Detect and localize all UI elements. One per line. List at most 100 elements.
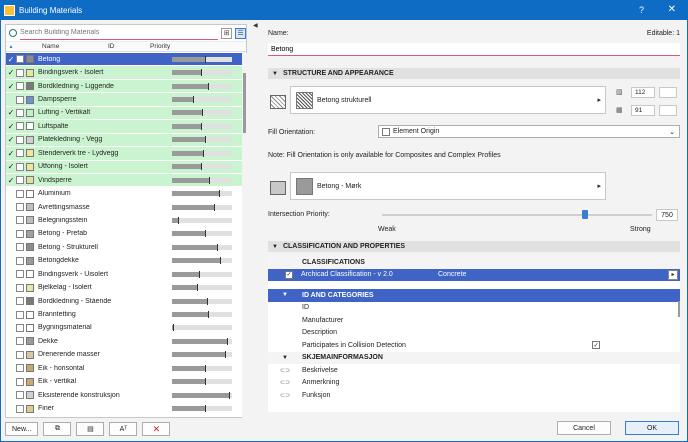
intersection-priority-field[interactable]: 750	[656, 209, 678, 221]
material-checkbox[interactable]	[16, 122, 24, 131]
fill-pen-field[interactable]: 112	[631, 87, 655, 98]
property-row[interactable]: Description	[268, 327, 680, 340]
material-row[interactable]: Avrettingsmasse	[6, 201, 242, 215]
material-checkbox[interactable]	[16, 337, 24, 346]
material-row[interactable]: ✓ Utforing - Isolert	[6, 160, 242, 174]
material-row[interactable]: Dampsperre	[6, 93, 242, 107]
material-row[interactable]: ✓ Stenderverk tre - Lydvegg	[6, 147, 242, 161]
material-row[interactable]: ✓ Platekledning - Vegg	[6, 133, 242, 148]
material-checkbox[interactable]	[16, 216, 24, 225]
schema-category[interactable]: ▼ SKJEMAINFORMASJON	[268, 351, 680, 364]
property-row[interactable]: ⊂⊃ Anmerkning	[268, 377, 680, 390]
sort-icon[interactable]: ▲	[6, 44, 16, 50]
material-row[interactable]: ✓ Vindsperre	[6, 173, 242, 188]
property-row[interactable]: ⊂⊃ Beskrivelse	[268, 364, 680, 377]
fill-orientation-select[interactable]: Element Origin ⌄	[378, 125, 680, 138]
material-checkbox[interactable]	[16, 108, 24, 117]
material-checkbox[interactable]	[16, 162, 24, 171]
material-checkbox[interactable]	[16, 135, 24, 144]
tree-view-icon[interactable]: ⊞	[221, 27, 233, 39]
material-checkbox[interactable]	[16, 323, 24, 332]
column-priority[interactable]: Priority	[148, 43, 170, 50]
help-button[interactable]: ?	[639, 5, 644, 15]
cancel-button[interactable]: Cancel	[557, 421, 611, 435]
material-row[interactable]: Bordkledning - Stående	[6, 295, 242, 309]
material-checkbox[interactable]	[16, 149, 24, 158]
material-row[interactable]: Eik - horisontal	[6, 362, 242, 376]
material-checkbox[interactable]	[16, 283, 24, 292]
delete-button[interactable]: ✕	[142, 422, 171, 436]
ok-button[interactable]: OK	[625, 421, 679, 435]
close-button[interactable]: ✕	[668, 4, 676, 15]
material-row[interactable]: Betong - Strukturell	[6, 241, 242, 255]
material-row[interactable]: Bygningsmaterial	[6, 322, 242, 336]
material-checkbox[interactable]	[16, 229, 24, 238]
material-row[interactable]: Aluminium	[6, 187, 242, 201]
duplicate-button[interactable]: ⧉	[43, 422, 72, 436]
collision-detection-checkbox[interactable]: ✓	[592, 341, 600, 350]
classification-row[interactable]: ✓ Archicad Classification - v 2.0 Concre…	[268, 268, 680, 281]
rename-button[interactable]: Aᵀ	[109, 422, 138, 436]
material-checkbox[interactable]	[16, 55, 24, 64]
structure-section-header[interactable]: ▼ STRUCTURE AND APPEARANCE	[268, 68, 680, 79]
name-field[interactable]	[268, 43, 680, 56]
column-name[interactable]: Name	[16, 43, 104, 50]
material-checkbox[interactable]	[16, 297, 24, 306]
material-row[interactable]: Bjelkelag - Isolert	[6, 281, 242, 295]
intersection-priority-thumb[interactable]	[581, 210, 588, 219]
background-pen-field[interactable]: 91	[631, 105, 655, 116]
chevron-right-icon[interactable]: ▸	[668, 269, 678, 280]
material-row[interactable]: Betong - Prefab	[6, 228, 242, 242]
id-categories-category[interactable]: ▼ ID AND CATEGORIES	[268, 289, 680, 302]
material-row[interactable]: ✓ Bordkledning - Liggende	[6, 79, 242, 94]
classification-section-header[interactable]: ▼ CLASSIFICATION AND PROPERTIES	[268, 241, 680, 252]
new-button[interactable]: New...	[5, 422, 39, 436]
material-row[interactable]: Bindingsverk - Uisolert	[6, 268, 242, 282]
material-row[interactable]: Eksisterende konstruksjon	[6, 389, 242, 403]
material-row[interactable]: Dekke	[6, 335, 242, 349]
property-row[interactable]: Manufacturer	[268, 314, 680, 327]
cut-fill-picker[interactable]: Betong strukturell ▸	[290, 86, 606, 114]
material-checkbox[interactable]	[16, 256, 24, 265]
material-checkbox[interactable]	[16, 377, 24, 386]
import-button[interactable]: ▤	[76, 422, 105, 436]
classifications-category[interactable]: CLASSIFICATIONS	[268, 256, 680, 269]
background-pen-toggle[interactable]	[659, 105, 677, 116]
material-checkbox[interactable]	[16, 270, 24, 279]
material-checkbox[interactable]	[16, 404, 24, 413]
material-checkbox[interactable]	[16, 82, 24, 91]
material-checkbox[interactable]	[16, 68, 24, 77]
search-input[interactable]	[19, 26, 219, 40]
material-checkbox[interactable]	[16, 203, 24, 212]
material-checkbox[interactable]	[16, 350, 24, 359]
property-row[interactable]: ID	[268, 302, 680, 315]
material-checkbox[interactable]	[16, 243, 24, 252]
material-row[interactable]: Belegningsstein	[6, 214, 242, 228]
material-row[interactable]: Branntetting	[6, 308, 242, 322]
list-scrollbar[interactable]	[242, 53, 247, 419]
material-checkbox[interactable]	[16, 95, 24, 104]
classification-checkbox[interactable]: ✓	[285, 270, 293, 279]
panel-splitter[interactable]: ◀	[251, 22, 259, 440]
list-view-icon[interactable]: ☰	[235, 27, 247, 39]
tree-scrollbar[interactable]	[678, 301, 680, 317]
material-row[interactable]: ✓ Bindingsverk - Isolert	[6, 66, 242, 80]
property-row[interactable]: Participates in Collision Detection ✓	[268, 339, 680, 352]
scrollbar-thumb[interactable]	[243, 73, 246, 133]
material-row[interactable]: Eik - vertikal	[6, 376, 242, 389]
property-row[interactable]: ⊂⊃ Funksjon	[268, 389, 680, 402]
material-checkbox[interactable]	[16, 364, 24, 373]
material-row[interactable]: ✓ Luftspalte	[6, 120, 242, 134]
material-checkbox[interactable]	[16, 189, 24, 198]
material-row[interactable]: Finer	[6, 402, 242, 416]
material-row[interactable]: Betongdekke	[6, 255, 242, 268]
collapse-arrow-icon[interactable]: ◀	[253, 22, 258, 29]
material-row[interactable]: ✓ Betong	[6, 53, 242, 67]
intersection-priority-slider[interactable]	[382, 214, 652, 216]
column-id[interactable]: ID	[104, 43, 148, 50]
material-checkbox[interactable]	[16, 391, 24, 400]
material-row[interactable]: ✓ Lufting - Vertikalt	[6, 106, 242, 121]
material-row[interactable]: Drenerende masser	[6, 349, 242, 363]
material-checkbox[interactable]	[16, 310, 24, 319]
material-checkbox[interactable]	[16, 176, 24, 185]
